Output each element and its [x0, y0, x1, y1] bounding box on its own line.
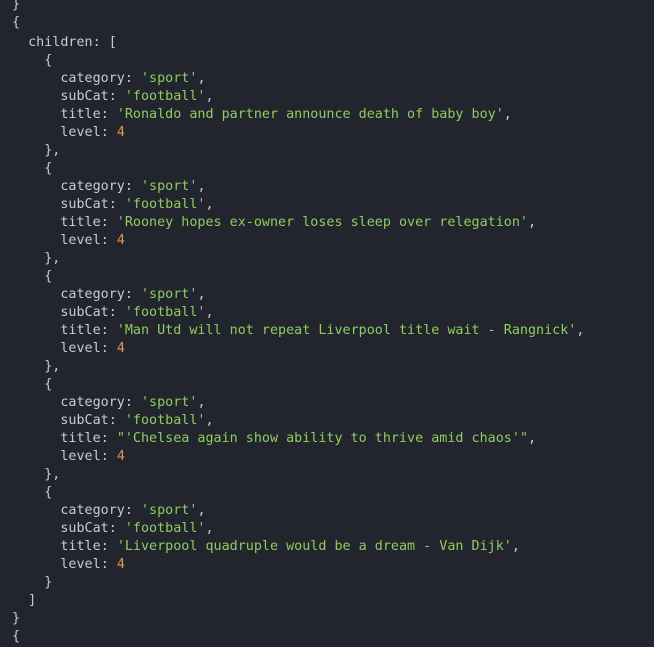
title-value: 'Man Utd will not repeat Liverpool title… — [116, 323, 577, 338]
item-category-line: category: 'sport', — [60, 179, 206, 194]
console-output: } { children: [ { category: 'sport', sub… — [0, 0, 654, 647]
item-title-line: title: 'Ronaldo and partner announce dea… — [60, 107, 512, 122]
category-key: category — [60, 395, 125, 410]
category-key: category — [60, 179, 125, 194]
item-title-line: title: 'Liverpool quadruple would be a d… — [60, 539, 520, 554]
title-key: title — [60, 431, 101, 446]
item-open: { — [12, 161, 53, 176]
category-value: 'sport' — [141, 503, 198, 518]
item-title-line: title: "'Chelsea again show ability to t… — [60, 431, 537, 446]
title-key: title — [60, 107, 101, 122]
subcat-value: 'football' — [124, 521, 206, 536]
item-category-line: category: 'sport', — [60, 503, 206, 518]
item-subcat-line: subCat: 'football', — [60, 197, 214, 212]
category-value: 'sport' — [141, 179, 198, 194]
level-key: level — [60, 341, 101, 356]
level-value: 4 — [116, 449, 125, 464]
item-close: }, — [12, 359, 61, 374]
brace-close: } — [12, 611, 21, 626]
level-key: level — [60, 125, 101, 140]
subcat-value: 'football' — [124, 305, 206, 320]
title-value: "'Chelsea again show ability to thrive a… — [116, 431, 528, 446]
array-close: ] — [12, 593, 37, 608]
title-value: 'Rooney hopes ex-owner loses sleep over … — [116, 215, 528, 230]
item-category-line: category: 'sport', — [60, 71, 206, 86]
subcat-key: subCat — [60, 305, 109, 320]
subcat-value: 'football' — [124, 413, 206, 428]
subcat-key: subCat — [60, 197, 109, 212]
item-title-line: title: 'Man Utd will not repeat Liverpoo… — [60, 323, 585, 338]
children-key: children — [28, 35, 93, 50]
category-value: 'sport' — [141, 71, 198, 86]
item-level-line: level: 4 — [60, 557, 125, 572]
title-value: 'Liverpool quadruple would be a dream - … — [116, 539, 512, 554]
item-close: }, — [12, 143, 61, 158]
item-open: { — [12, 53, 53, 68]
item-open: { — [12, 377, 53, 392]
subcat-value: 'football' — [124, 197, 206, 212]
level-key: level — [60, 233, 101, 248]
subcat-key: subCat — [60, 521, 109, 536]
subcat-value: 'football' — [124, 89, 206, 104]
title-key: title — [60, 539, 101, 554]
item-open: { — [12, 485, 53, 500]
item-category-line: category: 'sport', — [60, 395, 206, 410]
item-level-line: level: 4 — [60, 233, 125, 248]
subcat-key: subCat — [60, 89, 109, 104]
category-key: category — [60, 287, 125, 302]
item-title-line: title: 'Rooney hopes ex-owner loses slee… — [60, 215, 537, 230]
subcat-key: subCat — [60, 413, 109, 428]
brace-close-top: } — [12, 0, 21, 12]
level-key: level — [60, 557, 101, 572]
item-close: } — [12, 575, 53, 590]
item-close: }, — [12, 467, 61, 482]
item-subcat-line: subCat: 'football', — [60, 521, 214, 536]
item-level-line: level: 4 — [60, 341, 125, 356]
item-category-line: category: 'sport', — [60, 287, 206, 302]
category-value: 'sport' — [141, 287, 198, 302]
category-value: 'sport' — [141, 395, 198, 410]
item-close: }, — [12, 251, 61, 266]
level-key: level — [60, 449, 101, 464]
item-level-line: level: 4 — [60, 449, 125, 464]
level-value: 4 — [116, 125, 125, 140]
category-key: category — [60, 71, 125, 86]
level-value: 4 — [116, 233, 125, 248]
level-value: 4 — [116, 557, 125, 572]
brace-open: { — [12, 15, 21, 30]
level-value: 4 — [116, 341, 125, 356]
item-open: { — [12, 269, 53, 284]
children-line: children: [ — [28, 35, 117, 50]
title-key: title — [60, 323, 101, 338]
title-value: 'Ronaldo and partner announce death of b… — [116, 107, 504, 122]
title-key: title — [60, 215, 101, 230]
item-subcat-line: subCat: 'football', — [60, 305, 214, 320]
brace-open-bottom: { — [12, 629, 21, 644]
item-subcat-line: subCat: 'football', — [60, 89, 214, 104]
item-level-line: level: 4 — [60, 125, 125, 140]
item-subcat-line: subCat: 'football', — [60, 413, 214, 428]
category-key: category — [60, 503, 125, 518]
